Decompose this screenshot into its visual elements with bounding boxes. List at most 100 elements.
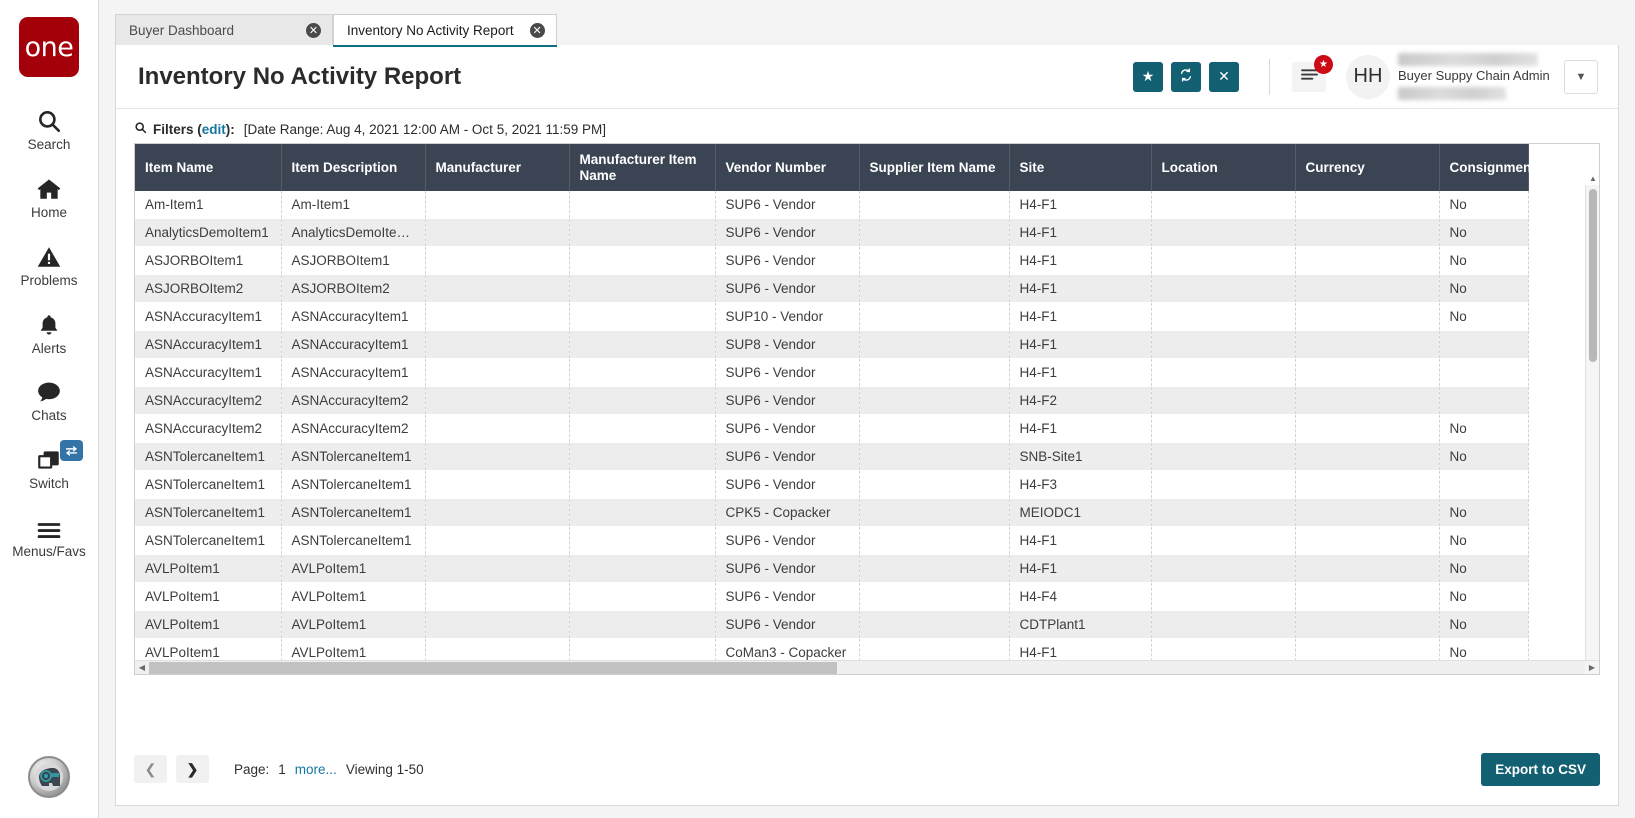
refresh-icon	[1179, 68, 1193, 85]
horizontal-scrollbar-thumb[interactable]	[149, 662, 837, 674]
previous-page-button[interactable]: ❮	[134, 755, 167, 783]
table-row[interactable]: AVLPoItem1AVLPoItem1SUP6 - VendorH4-F1No	[135, 555, 1528, 583]
table-cell: No	[1439, 583, 1528, 611]
table-cell	[1295, 555, 1439, 583]
column-header[interactable]: Currency	[1295, 144, 1439, 191]
table-cell: AnalyticsDemoItem1	[281, 219, 425, 247]
table-cell	[859, 499, 1009, 527]
export-to-csv-button[interactable]: Export to CSV	[1481, 753, 1600, 786]
sidebar-item-problems[interactable]: Problems	[0, 231, 98, 299]
column-header[interactable]: Supplier Item Name	[859, 144, 1009, 191]
one-network-logo[interactable]: one	[19, 17, 79, 77]
table-cell: No	[1439, 219, 1528, 247]
table-row[interactable]: ASNTolercaneItem1ASNTolercaneItem1CPK5 -…	[135, 499, 1528, 527]
tab-buyer-dashboard[interactable]: Buyer Dashboard ✕	[115, 14, 333, 46]
table-cell	[425, 471, 569, 499]
table-cell	[1295, 387, 1439, 415]
user-menu-button[interactable]: ▼	[1564, 60, 1598, 94]
sidebar-item-search[interactable]: Search	[0, 95, 98, 163]
table-cell	[1295, 443, 1439, 471]
table-row[interactable]: ASJORBOItem1ASJORBOItem1SUP6 - VendorH4-…	[135, 247, 1528, 275]
scroll-left-icon[interactable]: ◀	[135, 661, 149, 675]
table-cell	[569, 247, 715, 275]
tab-inventory-no-activity-report[interactable]: Inventory No Activity Report ✕	[333, 14, 557, 46]
chevron-down-icon: ▼	[1576, 71, 1587, 83]
table-row[interactable]: Am-Item1Am-Item1SUP6 - VendorH4-F1No	[135, 191, 1528, 219]
chevron-left-icon: ❮	[145, 761, 157, 778]
table-cell	[425, 555, 569, 583]
sidebar-item-chats[interactable]: Chats	[0, 366, 98, 434]
table-row[interactable]: ASNTolercaneItem1ASNTolercaneItem1SUP6 -…	[135, 443, 1528, 471]
table-cell: SUP6 - Vendor	[715, 191, 859, 219]
table-row[interactable]: ASNAccuracyItem1ASNAccuracyItem1SUP6 - V…	[135, 359, 1528, 387]
close-icon[interactable]: ✕	[530, 23, 545, 38]
table-row[interactable]: AnalyticsDemoItem1AnalyticsDemoItem1 SUP6…	[135, 219, 1528, 247]
column-header[interactable]: Consignment	[1439, 144, 1528, 191]
sidebar-item-menus-favs[interactable]: Menus/Favs	[0, 502, 98, 570]
table-row[interactable]: ASNAccuracyItem1ASNAccuracyItem1SUP10 - …	[135, 303, 1528, 331]
sidebar-item-switch[interactable]: Switch	[0, 434, 98, 502]
table-cell: SUP6 - Vendor	[715, 219, 859, 247]
avatar[interactable]: HH	[1346, 55, 1390, 99]
table-cell	[859, 443, 1009, 471]
next-page-button[interactable]: ❯	[176, 755, 209, 783]
column-header[interactable]: Manufacturer	[425, 144, 569, 191]
table-cell: No	[1439, 247, 1528, 275]
table-cell: ASNTolercaneItem1	[281, 527, 425, 555]
table-cell	[1151, 331, 1295, 359]
app-root: one Search Home	[0, 0, 1635, 818]
table-cell	[569, 359, 715, 387]
close-icon[interactable]: ✕	[306, 23, 321, 38]
vertical-scrollbar-thumb[interactable]	[1589, 189, 1597, 362]
refresh-button[interactable]	[1171, 62, 1201, 92]
column-header[interactable]: Site	[1009, 144, 1151, 191]
report-table: Item NameItem DescriptionManufacturerMan…	[135, 144, 1529, 675]
table-cell	[1151, 303, 1295, 331]
table-cell	[425, 415, 569, 443]
filters-edit-link[interactable]: edit	[202, 122, 226, 137]
more-pages-link[interactable]: more...	[295, 762, 337, 777]
scroll-right-icon[interactable]: ▶	[1585, 661, 1599, 675]
viewing-range-label: Viewing 1-50	[346, 762, 424, 777]
table-cell	[425, 387, 569, 415]
sidebar-item-home[interactable]: Home	[0, 163, 98, 231]
table-cell	[859, 471, 1009, 499]
table-row[interactable]: AVLPoItem1AVLPoItem1SUP6 - VendorCDTPlan…	[135, 611, 1528, 639]
table-cell: AnalyticsDemoItem1	[135, 219, 281, 247]
column-header[interactable]: Item Description	[281, 144, 425, 191]
scroll-up-icon[interactable]: ▲	[1586, 172, 1600, 185]
table-cell	[1151, 443, 1295, 471]
swap-arrows-icon[interactable]	[60, 440, 83, 461]
table-cell	[569, 471, 715, 499]
column-header[interactable]: Vendor Number	[715, 144, 859, 191]
table-row[interactable]: AVLPoItem1AVLPoItem1SUP6 - VendorH4-F4No	[135, 583, 1528, 611]
table-row[interactable]: ASNAccuracyItem1ASNAccuracyItem1SUP8 - V…	[135, 331, 1528, 359]
sidebar-item-label: Menus/Favs	[12, 545, 86, 560]
table-row[interactable]: ASJORBOItem2ASJORBOItem2SUP6 - VendorH4-…	[135, 275, 1528, 303]
favorite-button[interactable]: ★	[1133, 62, 1163, 92]
table-cell	[859, 387, 1009, 415]
column-header[interactable]: Location	[1151, 144, 1295, 191]
table-cell	[425, 499, 569, 527]
table-cell	[425, 583, 569, 611]
table-cell: ASNTolercaneItem1	[135, 499, 281, 527]
table-row[interactable]: ASNAccuracyItem2ASNAccuracyItem2SUP6 - V…	[135, 387, 1528, 415]
table-cell: CDTPlant1	[1009, 611, 1151, 639]
close-report-button[interactable]: ✕	[1209, 62, 1239, 92]
table-footer: ❮ ❯ Page: 1 more... Viewing 1-50 Export …	[116, 733, 1618, 805]
table-cell	[425, 247, 569, 275]
notifications-menu-button[interactable]: ★	[1292, 62, 1326, 92]
table-cell	[859, 611, 1009, 639]
main-area: Buyer Dashboard ✕ Inventory No Activity …	[99, 0, 1635, 818]
column-header[interactable]: Manufacturer Item Name	[569, 144, 715, 191]
column-header[interactable]: Item Name	[135, 144, 281, 191]
horizontal-scrollbar[interactable]: ◀ ▶	[135, 660, 1599, 674]
sidebar-item-alerts[interactable]: Alerts	[0, 299, 98, 367]
vertical-scrollbar[interactable]: ▲ ▼	[1585, 185, 1599, 660]
ai-assistant-avatar-icon[interactable]	[28, 756, 70, 798]
table-row[interactable]: ASNAccuracyItem2ASNAccuracyItem2SUP6 - V…	[135, 415, 1528, 443]
table-cell	[569, 303, 715, 331]
table-row[interactable]: ASNTolercaneItem1ASNTolercaneItem1SUP6 -…	[135, 471, 1528, 499]
table-row[interactable]: ASNTolercaneItem1ASNTolercaneItem1SUP6 -…	[135, 527, 1528, 555]
table-cell	[569, 387, 715, 415]
